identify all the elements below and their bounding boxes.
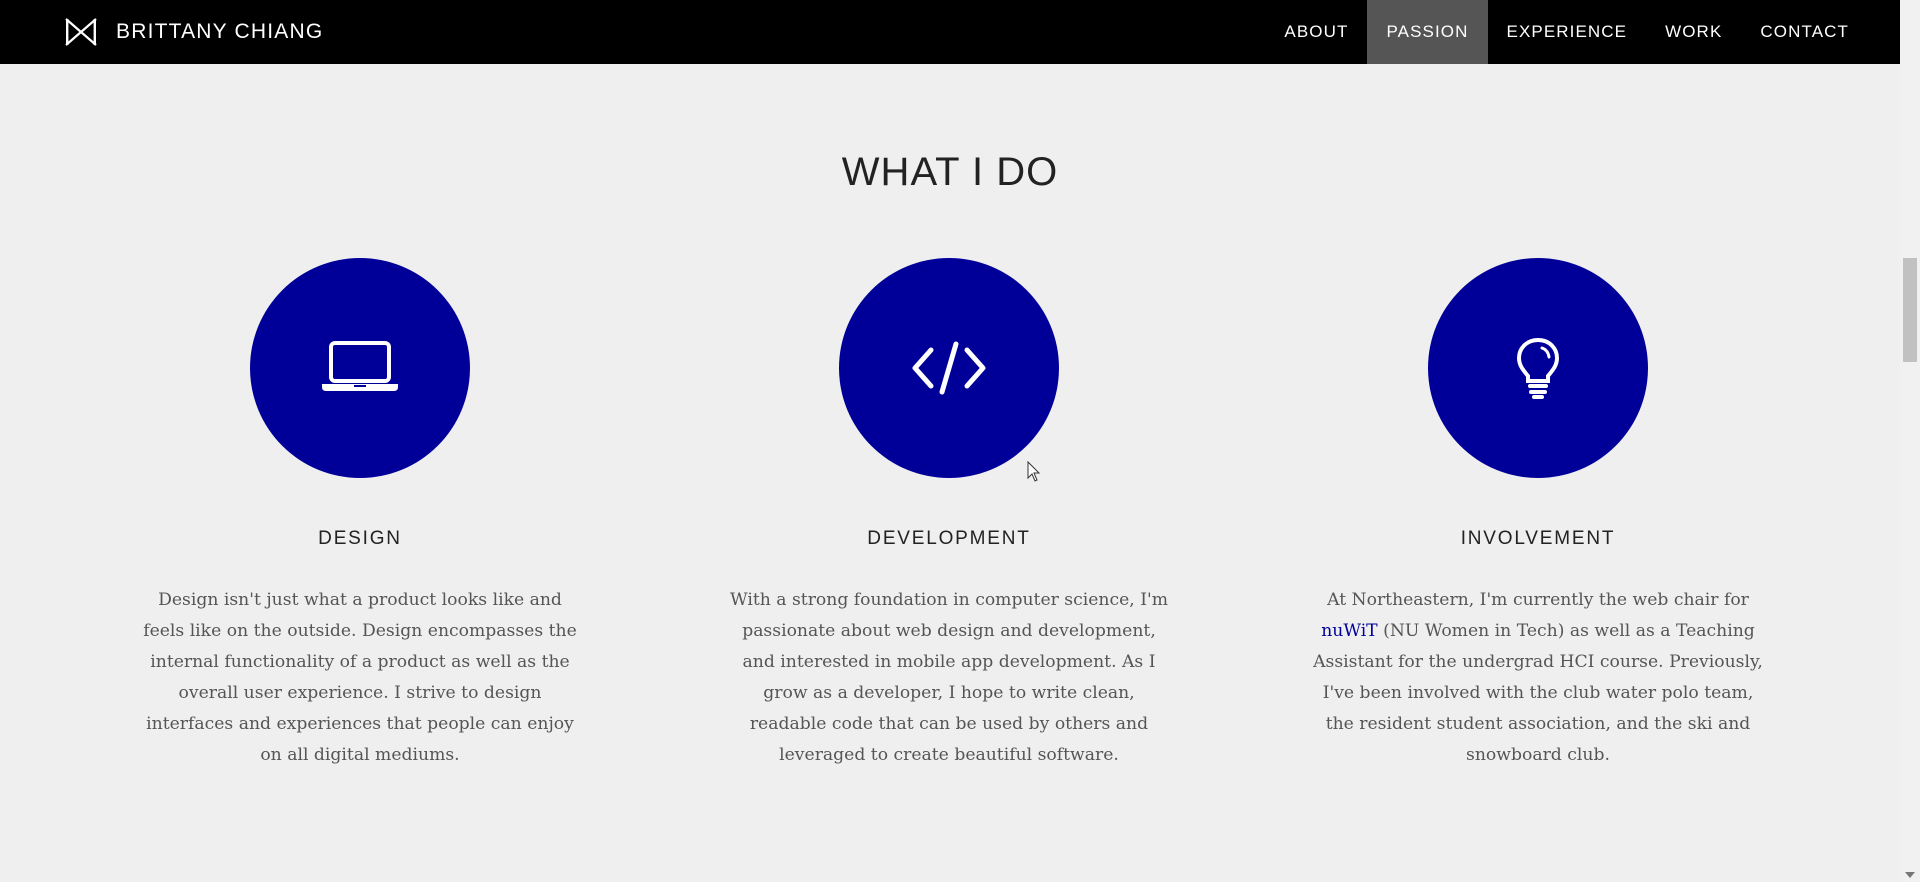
development-card: DEVELOPMENT With a strong foundation in … [709, 258, 1189, 771]
nuwit-link[interactable]: nuWiT [1321, 621, 1377, 641]
brand-name: BRITTANY CHIANG [116, 20, 324, 43]
code-icon [912, 341, 986, 395]
development-icon-circle [839, 258, 1059, 478]
involvement-title: INVOLVEMENT [1460, 528, 1616, 549]
nav-link-passion[interactable]: PASSION [1367, 0, 1488, 64]
lightbulb-icon [1516, 337, 1560, 399]
brand-home-link[interactable]: BRITTANY CHIANG [64, 0, 323, 64]
involvement-description: At Northeastern, I'm currently the web c… [1313, 585, 1763, 771]
vertical-scrollbar[interactable] [1900, 0, 1920, 882]
design-description: Design isn't just what a product looks l… [143, 590, 577, 765]
design-icon-circle [250, 258, 470, 478]
development-title: DEVELOPMENT [867, 528, 1031, 549]
page: BRITTANY CHIANG ABOUT PASSION EXPERIENCE… [0, 0, 1920, 882]
nav-link-about[interactable]: ABOUT [1265, 0, 1367, 64]
mouse-cursor-icon [1027, 461, 1041, 482]
scrollbar-thumb[interactable] [1903, 258, 1917, 362]
involvement-text-after: (NU Women in Tech) as well as a Teaching… [1313, 621, 1763, 765]
design-card: DESIGN Design isn't just what a product … [120, 258, 600, 771]
development-description: With a strong foundation in computer sci… [729, 590, 1169, 765]
scroll-down-arrow-icon[interactable] [1905, 872, 1915, 878]
involvement-text-before: At Northeastern, I'm currently the web c… [1327, 590, 1749, 610]
section-title: WHAT I DO [841, 150, 1059, 194]
top-navbar: BRITTANY CHIANG ABOUT PASSION EXPERIENCE… [0, 0, 1900, 64]
involvement-icon-circle [1428, 258, 1648, 478]
logo-icon [65, 18, 97, 46]
nav-menu: ABOUT PASSION EXPERIENCE WORK CONTACT [1265, 0, 1868, 64]
design-title: DESIGN [318, 528, 402, 549]
nav-link-contact[interactable]: CONTACT [1741, 0, 1868, 64]
nav-link-experience[interactable]: EXPERIENCE [1488, 0, 1647, 64]
nav-link-work[interactable]: WORK [1646, 0, 1741, 64]
laptop-icon [322, 341, 398, 391]
involvement-card: INVOLVEMENT At Northeastern, I'm current… [1298, 258, 1778, 771]
